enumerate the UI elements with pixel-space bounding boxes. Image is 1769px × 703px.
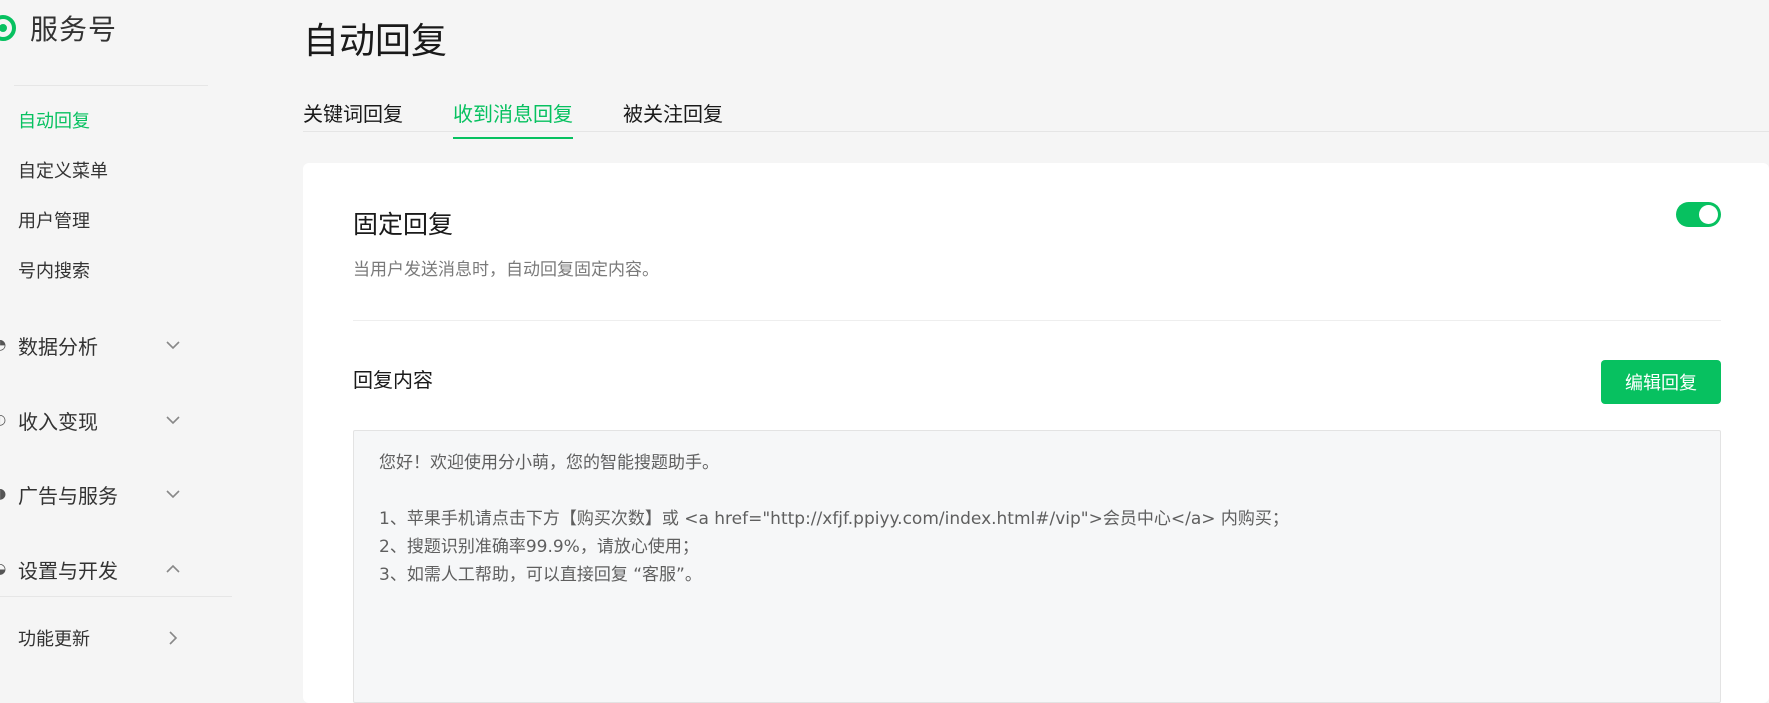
sidebar-divider <box>0 596 232 597</box>
reply-content-box: 您好！欢迎使用分小萌，您的智能搜题助手。 1、苹果手机请点击下方【购买次数】或 … <box>353 430 1721 703</box>
reply-line: 2、搜题识别准确率99.9%，请放心使用； <box>379 537 699 557</box>
coin-icon: ◐ <box>0 412 7 428</box>
reply-line <box>379 477 1695 505</box>
sidebar-item-custom-menu[interactable]: 自定义菜单 <box>18 157 108 183</box>
reply-line: 1、苹果手机请点击下方【购买次数】或 <a href="http://xfjf.… <box>379 509 1289 529</box>
reply-settings-card: 固定回复 当用户发送消息时，自动回复固定内容。 回复内容 编辑回复 您好！欢迎使… <box>303 163 1769 703</box>
sidebar-group-label: 广告与服务 <box>18 483 118 508</box>
sidebar-item-auto-reply[interactable]: 自动回复 <box>18 107 90 133</box>
sidebar-group-label: 数据分析 <box>18 334 98 359</box>
sidebar-item-label: 功能更新 <box>18 629 90 650</box>
brand-name: 服务号 <box>30 13 118 46</box>
update-icon: ▌ <box>0 629 6 647</box>
chevron-down-icon <box>166 341 180 350</box>
sidebar-group-monetization[interactable]: ◐ 收入变现 <box>0 403 194 437</box>
tab-message-reply[interactable]: 收到消息回复 <box>453 98 573 139</box>
brand-logo-icon <box>0 15 16 41</box>
sidebar-group-label: 设置与开发 <box>18 558 118 583</box>
chevron-down-icon <box>166 490 180 499</box>
reply-content-label: 回复内容 <box>353 368 433 392</box>
card-divider <box>353 320 1721 321</box>
reply-line: 您好！欢迎使用分小萌，您的智能搜题助手。 <box>379 453 719 473</box>
sidebar-group-data-analysis[interactable]: ◔ 数据分析 <box>0 328 194 362</box>
chevron-up-icon <box>166 564 180 573</box>
sidebar-item-user-management[interactable]: 用户管理 <box>18 207 90 233</box>
tab-keyword-reply[interactable]: 关键词回复 <box>303 98 403 137</box>
sidebar-item-in-account-search[interactable]: 号内搜索 <box>18 257 90 283</box>
chevron-right-icon <box>169 631 178 645</box>
reply-line: 3、如需人工帮助，可以直接回复 “客服”。 <box>379 565 702 585</box>
sidebar-item-feature-updates[interactable]: ▌ 功能更新 <box>0 621 194 655</box>
sidebar-group-ads-services[interactable]: ◑ 广告与服务 <box>0 477 194 511</box>
page-title: 自动回复 <box>303 21 448 62</box>
section-title: 固定回复 <box>353 210 454 239</box>
tab-bar: 关键词回复 收到消息回复 被关注回复 <box>303 92 1769 139</box>
sidebar-group-settings-dev[interactable]: ◒ 设置与开发 <box>0 552 194 586</box>
edit-reply-button[interactable]: 编辑回复 <box>1601 360 1721 404</box>
tab-follow-reply[interactable]: 被关注回复 <box>623 98 723 137</box>
settings-icon: ◒ <box>0 561 7 577</box>
fixed-reply-toggle[interactable] <box>1676 202 1721 227</box>
brand[interactable]: 服务号 <box>0 8 117 48</box>
sidebar: 服务号 自动回复 自定义菜单 用户管理 号内搜索 ◔ 数据分析 ◐ 收入变现 ◑… <box>0 0 232 681</box>
chevron-down-icon <box>166 416 180 425</box>
toggle-knob <box>1699 205 1718 224</box>
sidebar-divider <box>14 85 208 86</box>
chart-icon: ◔ <box>0 337 7 353</box>
ads-icon: ◑ <box>0 486 7 502</box>
sidebar-group-label: 收入变现 <box>18 409 98 434</box>
section-description: 当用户发送消息时，自动回复固定内容。 <box>353 260 659 280</box>
